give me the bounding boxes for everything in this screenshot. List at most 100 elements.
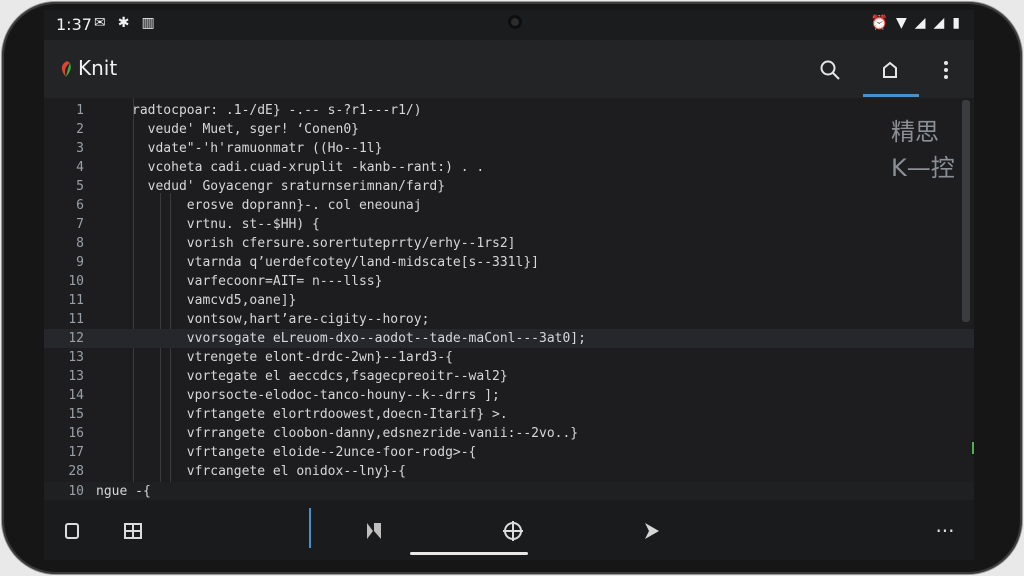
grid-button[interactable] xyxy=(116,514,150,548)
line-text: vortegate el aeccdcs,fsagecpreoitr--wal2… xyxy=(132,369,508,384)
line-number: 10 xyxy=(68,274,84,289)
overlay-label-top: 精思 xyxy=(891,118,939,146)
current-code-line[interactable]: 12 vvorsogate eLreuom-dxo--aodot--tade-m… xyxy=(44,329,974,348)
line-number: 6 xyxy=(76,198,84,213)
code-line[interactable]: 5 vedud' Goyacengr sraturnserimnan/fard} xyxy=(44,177,974,196)
search-button[interactable] xyxy=(810,50,850,90)
code-line[interactable]: 13 vortegate el aeccdcs,fsagecpreoitr--w… xyxy=(44,367,974,386)
bookmark-icon xyxy=(367,523,381,539)
line-number: 15 xyxy=(68,407,84,422)
code-line[interactable]: 10 varfecoonr=AIT= n---llss} xyxy=(44,272,974,291)
line-number: 5 xyxy=(76,179,84,194)
line-number: 17 xyxy=(68,445,84,460)
code-editor[interactable]: 1 radtocpoar: .1-/dE} -.-- s-?r1---r1/) 2… xyxy=(44,98,974,498)
app-title: Knit xyxy=(78,56,118,80)
line-number: 28 xyxy=(68,464,84,479)
code-line[interactable]: 17 vfrtangete eloide--2unce-foor-rodg>-{ xyxy=(44,443,974,462)
line-text: vamcvd5,oane]} xyxy=(132,293,297,308)
code-line[interactable]: 8 vorish cfersure.sorertuteprrty/erhy--1… xyxy=(44,234,974,253)
line-number: 4 xyxy=(76,160,84,175)
code-line[interactable]: 1 radtocpoar: .1-/dE} -.-- s-?r1---r1/) xyxy=(44,101,974,120)
app-icon: ✱ xyxy=(117,15,130,31)
line-text: vporsocte-elodoc-tanco-houny--k--drrs ]; xyxy=(132,388,500,403)
line-text: vtarnda q’uerdefcotey/land-midscate[s--3… xyxy=(132,255,539,270)
code-line[interactable]: 7 vrtnu. st--$HH) { xyxy=(44,215,974,234)
line-text: vorish cfersure.sorertuteprrty/erhy--1rs… xyxy=(132,236,516,251)
line-number: 10 xyxy=(68,484,84,499)
copy-icon xyxy=(65,523,79,539)
line-number: 14 xyxy=(68,388,84,403)
code-line[interactable]: 10 ngue -{ xyxy=(44,482,974,501)
line-number: 13 xyxy=(68,350,84,365)
signal-icon: ◢ xyxy=(933,15,945,31)
battery-icon: ▮ xyxy=(952,15,960,31)
status-bar: 1:37 ✉ ✱ ▥ ⏰ ▼ ◢ ◢ ▮ xyxy=(44,10,974,40)
line-number: 2 xyxy=(76,122,84,137)
overflow-button[interactable]: ··· xyxy=(928,514,962,548)
code-line[interactable]: 9 vtarnda q’uerdefcotey/land-midscate[s-… xyxy=(44,253,974,272)
status-left-icons: ✉ ✱ ▥ xyxy=(94,15,155,31)
line-text: veude' Muet, sger! ‘Conen0} xyxy=(132,122,359,137)
line-text: ngue -{ xyxy=(96,484,151,499)
run-button[interactable] xyxy=(634,514,668,548)
line-text: varfecoonr=AIT= n---llss} xyxy=(132,274,383,289)
status-time: 1:37 xyxy=(56,15,92,34)
camera-hole xyxy=(508,15,522,29)
more-vertical-icon xyxy=(944,61,948,79)
play-icon xyxy=(645,523,659,539)
line-number: 9 xyxy=(76,255,84,270)
line-text: vfrrangete cloobon-danny,edsnezride-vani… xyxy=(132,426,579,441)
phone-frame: 1:37 ✉ ✱ ▥ ⏰ ▼ ◢ ◢ ▮ Knit 1 radtocpoar: … xyxy=(2,2,1022,574)
code-line[interactable]: 3 vdate"-'h'ramuonmatr ((Ho--1l} xyxy=(44,139,974,158)
copy-button[interactable] xyxy=(55,514,89,548)
line-text: vrtnu. st--$HH) { xyxy=(132,217,320,232)
editor-scrollbar[interactable] xyxy=(962,100,970,322)
code-line[interactable]: 6 erosve doprann}-. col eneounaj xyxy=(44,196,974,215)
more-menu-button[interactable] xyxy=(926,50,966,90)
line-text: vfrcangete el onidox--lny}-{ xyxy=(132,464,406,479)
wifi-icon: ▼ xyxy=(895,15,907,31)
code-line[interactable]: 13 vtrengete elont-drdc-2wn}--1ard3-{ xyxy=(44,348,974,367)
bottom-toolbar: ··· xyxy=(44,500,974,560)
active-tab-indicator xyxy=(863,94,919,97)
line-text: vdate"-'h'ramuonmatr ((Ho--1l} xyxy=(132,141,383,156)
target-icon xyxy=(503,521,523,541)
status-right-icons: ⏰ ▼ ◢ ◢ ▮ xyxy=(871,15,961,31)
line-text: radtocpoar: .1-/dE} -.-- s-?r1---r1/) xyxy=(132,103,422,118)
line-text: vedud' Goyacengr sraturnserimnan/fard} xyxy=(132,179,446,194)
line-number: 8 xyxy=(76,236,84,251)
line-number: 7 xyxy=(76,217,84,232)
more-horizontal-icon: ··· xyxy=(935,519,955,543)
line-number: 11 xyxy=(68,293,84,308)
grid-icon xyxy=(124,523,142,539)
app-bar: Knit xyxy=(44,40,974,98)
line-text: vontsow,hart’are-cigity--horoy; xyxy=(132,312,430,327)
code-line[interactable]: 14 vporsocte-elodoc-tanco-houny--k--drrs… xyxy=(44,386,974,405)
change-marker xyxy=(972,442,974,454)
code-line[interactable]: 28 vfrcangete el onidox--lny}-{ xyxy=(44,462,974,481)
text-cursor xyxy=(309,508,311,548)
line-number: 3 xyxy=(76,141,84,156)
line-text: vvorsogate eLreuom-dxo--aodot--tade-maCo… xyxy=(132,331,586,346)
target-button[interactable] xyxy=(496,514,530,548)
code-line[interactable]: 16 vfrrangete cloobon-danny,edsnezride-v… xyxy=(44,424,974,443)
code-line[interactable]: 4 vcoheta cadi.cuad-xruplit -kanb--rant:… xyxy=(44,158,974,177)
code-line[interactable]: 11 vontsow,hart’are-cigity--horoy; xyxy=(44,310,974,329)
code-line[interactable]: 11 vamcvd5,oane]} xyxy=(44,291,974,310)
home-indicator[interactable] xyxy=(410,552,528,555)
code-line[interactable]: 2 veude' Muet, sger! ‘Conen0} xyxy=(44,120,974,139)
line-number: 11 xyxy=(68,312,84,327)
home-tab-button[interactable] xyxy=(870,50,910,90)
code-line[interactable]: 15 vfrtangete elortrdoowest,doecn-Itarif… xyxy=(44,405,974,424)
notification-icon: ✉ xyxy=(94,15,106,31)
line-text: erosve doprann}-. col eneounaj xyxy=(132,198,422,213)
line-number: 13 xyxy=(68,369,84,384)
line-number: 1 xyxy=(76,103,84,118)
knit-logo-icon xyxy=(61,61,71,77)
overlay-label-bottom: K—控 xyxy=(891,154,955,182)
search-icon xyxy=(820,60,840,80)
alarm-icon: ⏰ xyxy=(870,15,888,31)
bookmark-button[interactable] xyxy=(357,514,391,548)
line-text: vcoheta cadi.cuad-xruplit -kanb--rant:) … xyxy=(132,160,485,175)
line-text: vfrtangete elortrdoowest,doecn-Itarif} >… xyxy=(132,407,508,422)
